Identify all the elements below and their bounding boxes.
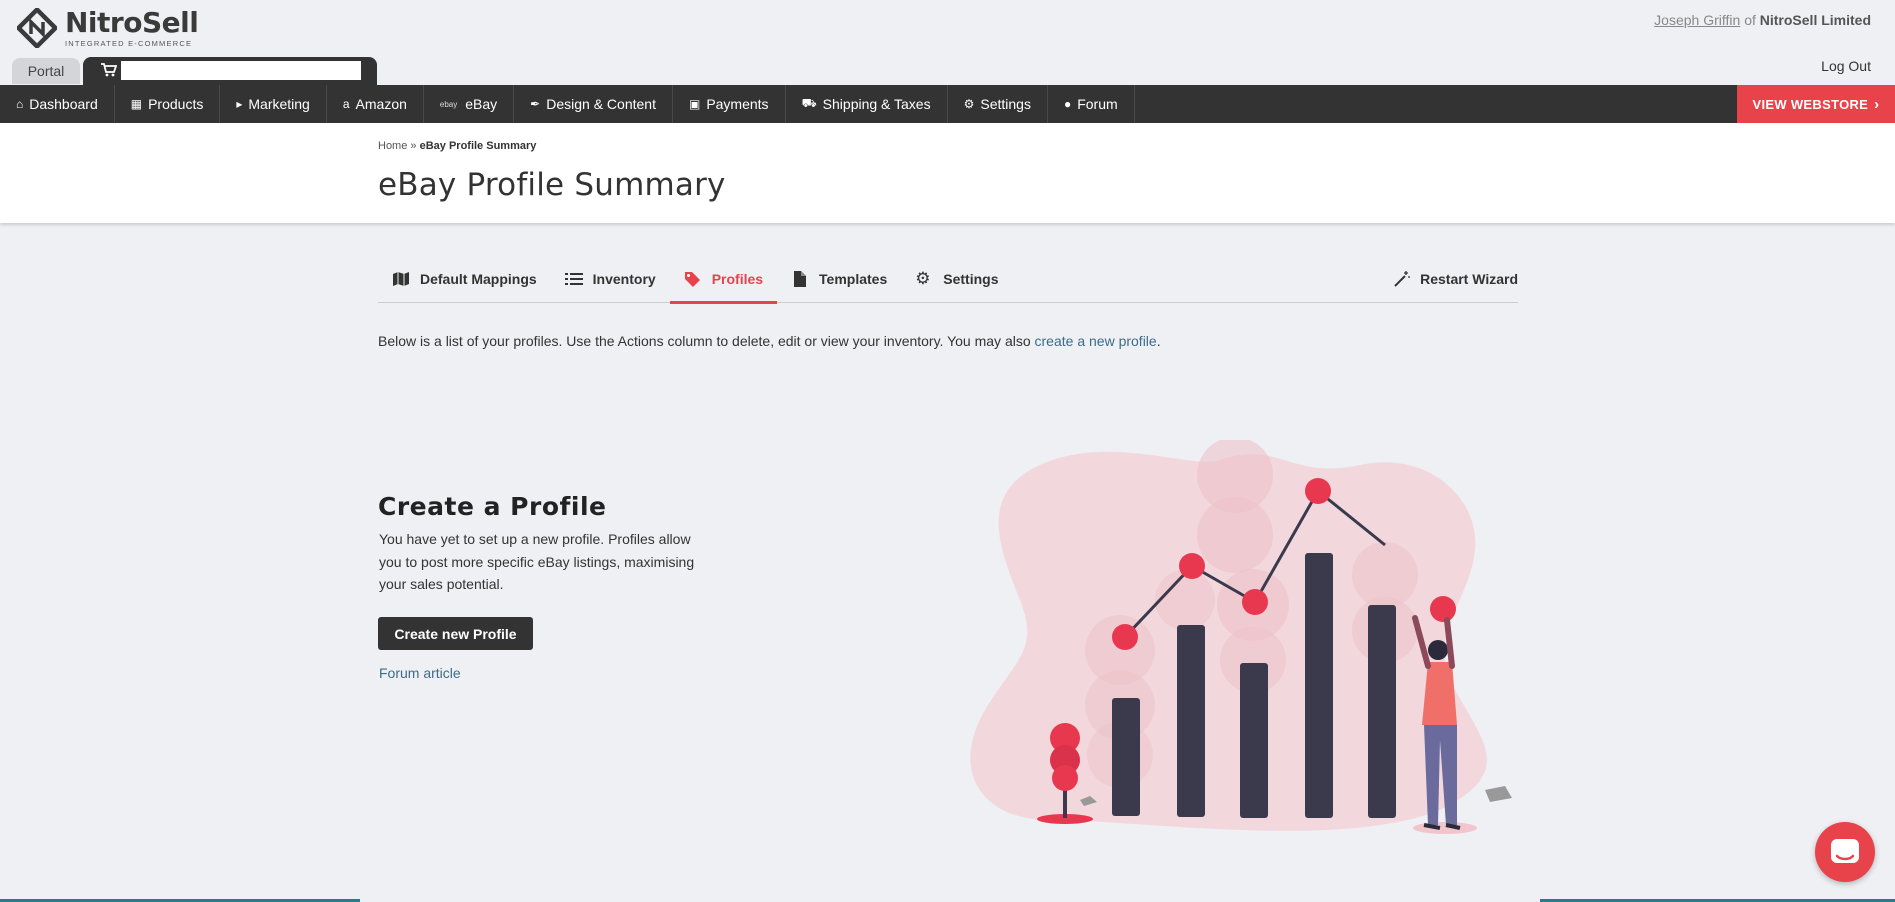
growth-chart-illustration bbox=[970, 440, 1512, 834]
cart-icon bbox=[101, 63, 117, 77]
store-search-input[interactable] bbox=[121, 61, 361, 80]
tags-icon bbox=[684, 272, 700, 287]
logout-link[interactable]: Log Out bbox=[1821, 58, 1871, 74]
ebay-icon: ebay bbox=[439, 99, 458, 109]
gear-icon: ⚙ bbox=[915, 269, 931, 288]
nav-design-content[interactable]: ✒ Design & Content bbox=[514, 85, 673, 123]
nav-label: Design & Content bbox=[546, 96, 656, 112]
breadcrumb: Home » eBay Profile Summary bbox=[378, 140, 536, 152]
gear-icon: ⚙ bbox=[963, 97, 975, 111]
nav-label: Products bbox=[148, 96, 204, 112]
nav-forum[interactable]: ● Forum bbox=[1048, 85, 1135, 123]
magic-wand-icon bbox=[1394, 271, 1411, 287]
tab-inventory[interactable]: Inventory bbox=[551, 255, 670, 303]
breadcrumb-home[interactable]: Home bbox=[378, 140, 407, 152]
nav-label: Dashboard bbox=[29, 96, 98, 112]
view-webstore-label: VIEW WEBSTORE bbox=[1752, 96, 1869, 112]
chat-support-button[interactable] bbox=[1815, 822, 1875, 882]
intro-body: Below is a list of your profiles. Use th… bbox=[378, 333, 1035, 349]
restart-wizard-label: Restart Wizard bbox=[1420, 271, 1518, 287]
brush-icon: ✒ bbox=[530, 97, 541, 111]
main-nav: ⌂ Dashboard ▦ Products ▸ Marketing a Ama… bbox=[0, 85, 1895, 123]
tab-label: Profiles bbox=[711, 271, 764, 287]
list-icon bbox=[564, 273, 583, 285]
nav-dashboard[interactable]: ⌂ Dashboard bbox=[0, 85, 115, 123]
view-webstore-button[interactable]: VIEW WEBSTORE › bbox=[1737, 85, 1895, 123]
user-info: Joseph Griffin of NitroSell Limited bbox=[1654, 12, 1871, 28]
create-profile-link[interactable]: create a new profile bbox=[1035, 333, 1157, 349]
forum-article-link[interactable]: Forum article bbox=[379, 665, 461, 681]
amazon-icon: a bbox=[342, 97, 350, 111]
empty-state-description: You have yet to set up a new profile. Pr… bbox=[379, 531, 695, 592]
map-icon bbox=[393, 272, 409, 286]
page-header: Home » eBay Profile Summary eBay Profile… bbox=[0, 123, 1895, 223]
brand-tagline: INTEGRATED E-COMMERCE bbox=[65, 39, 193, 48]
page-title: eBay Profile Summary bbox=[378, 167, 726, 203]
nav-shipping-taxes[interactable]: ⛟ Shipping & Taxes bbox=[786, 85, 948, 123]
brand-name: NitroSell bbox=[65, 6, 199, 39]
user-of: of bbox=[1744, 12, 1756, 28]
breadcrumb-current: eBay Profile Summary bbox=[419, 140, 537, 152]
bullhorn-icon: ▸ bbox=[236, 97, 243, 111]
nav-label: Amazon bbox=[355, 96, 407, 112]
chevron-right-icon: › bbox=[1874, 95, 1880, 113]
nav-label: eBay bbox=[465, 96, 498, 112]
nav-ebay[interactable]: ebay eBay bbox=[424, 85, 515, 123]
tab-default-mappings[interactable]: Default Mappings bbox=[378, 255, 551, 303]
user-name-link[interactable]: Joseph Griffin bbox=[1654, 12, 1740, 28]
money-icon: ▣ bbox=[688, 97, 701, 111]
tab-label: Settings bbox=[943, 271, 999, 287]
home-icon: ⌂ bbox=[16, 97, 24, 111]
file-icon bbox=[794, 271, 807, 287]
create-new-profile-button[interactable]: Create new Profile bbox=[378, 617, 533, 650]
tab-templates[interactable]: Templates bbox=[777, 255, 901, 303]
nav-label: Payments bbox=[706, 96, 769, 112]
store-tab[interactable] bbox=[83, 57, 377, 85]
nav-label: Shipping & Taxes bbox=[822, 96, 931, 112]
top-header: NitroSell INTEGRATED E-COMMERCE Joseph G… bbox=[0, 0, 1895, 85]
intro-text: Below is a list of your profiles. Use th… bbox=[378, 333, 1161, 349]
restart-wizard-button[interactable]: Restart Wizard bbox=[1394, 255, 1518, 303]
nav-marketing[interactable]: ▸ Marketing bbox=[220, 85, 327, 123]
logo-icon bbox=[17, 8, 57, 48]
chat-icon bbox=[1831, 839, 1859, 863]
nav-label: Settings bbox=[980, 96, 1031, 112]
truck-icon: ⛟ bbox=[801, 96, 817, 110]
intro-end: . bbox=[1156, 333, 1161, 349]
tab-profiles[interactable]: Profiles bbox=[669, 255, 778, 304]
breadcrumb-separator: » bbox=[410, 140, 417, 152]
comment-icon: ● bbox=[1063, 97, 1072, 111]
tab-settings[interactable]: ⚙ Settings bbox=[901, 255, 1012, 303]
cubes-icon: ▦ bbox=[130, 97, 143, 111]
nav-products[interactable]: ▦ Products bbox=[115, 85, 221, 123]
empty-state-title: Create a Profile bbox=[378, 492, 607, 521]
nav-amazon[interactable]: a Amazon bbox=[327, 85, 424, 123]
nav-label: Marketing bbox=[248, 96, 310, 112]
nav-label: Forum bbox=[1077, 96, 1118, 112]
profile-tabs: Default Mappings Inventory Profiles Temp… bbox=[378, 255, 1518, 304]
tab-label: Default Mappings bbox=[420, 271, 537, 287]
tab-label: Templates bbox=[819, 271, 888, 287]
company-name: NitroSell Limited bbox=[1759, 12, 1871, 28]
nav-payments[interactable]: ▣ Payments bbox=[673, 85, 786, 123]
nav-settings[interactable]: ⚙ Settings bbox=[948, 85, 1048, 123]
brand-logo[interactable]: NitroSell INTEGRATED E-COMMERCE bbox=[17, 6, 199, 48]
portal-tab[interactable]: Portal bbox=[12, 58, 80, 84]
tab-label: Inventory bbox=[592, 271, 656, 287]
